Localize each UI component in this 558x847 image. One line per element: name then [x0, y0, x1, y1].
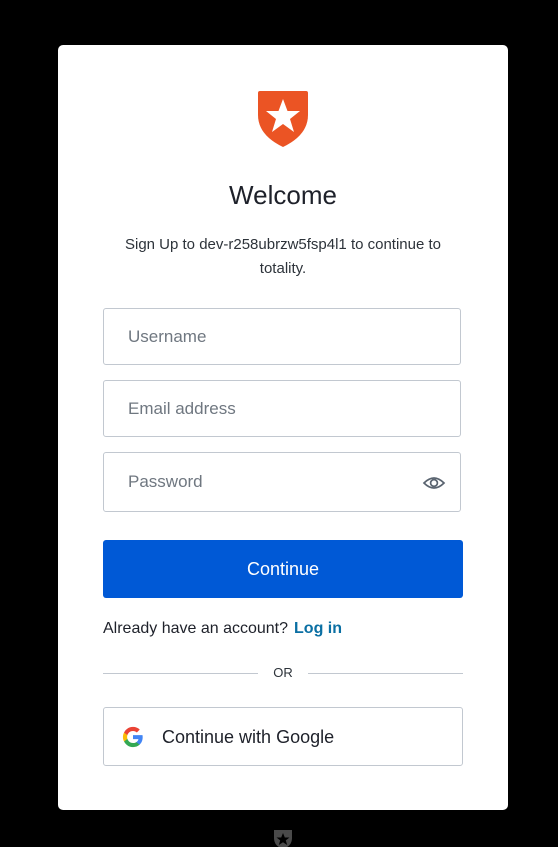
auth0-shield-star-icon: [258, 91, 308, 147]
page: Welcome Sign Up to dev-r258ubrzw5fsp4l1 …: [0, 0, 558, 847]
login-prompt-row: Already have an account? Log in: [103, 618, 342, 640]
continue-button[interactable]: Continue: [103, 540, 463, 598]
or-divider: OR: [103, 662, 463, 684]
google-icon: [122, 726, 143, 748]
login-card: Welcome Sign Up to dev-r258ubrzw5fsp4l1 …: [58, 45, 508, 810]
page-title: Welcome: [229, 180, 337, 210]
continue-with-google-button[interactable]: Continue with Google: [103, 707, 463, 766]
page-subtitle: Sign Up to dev-r258ubrzw5fsp4l1 to conti…: [124, 236, 442, 277]
auth0-badge-icon: [274, 830, 292, 847]
username-input[interactable]: [104, 309, 460, 364]
password-field-container: [103, 452, 461, 512]
divider-line-right: [308, 673, 463, 674]
login-link[interactable]: Log in: [294, 620, 342, 637]
password-input[interactable]: [104, 453, 460, 511]
username-field-container: [103, 308, 461, 365]
email-field-container: [103, 380, 461, 437]
eye-icon[interactable]: [422, 471, 446, 495]
login-prompt-text: Already have an account?: [103, 620, 289, 637]
email-input[interactable]: [104, 381, 460, 436]
google-button-label: Continue with Google: [162, 727, 335, 747]
